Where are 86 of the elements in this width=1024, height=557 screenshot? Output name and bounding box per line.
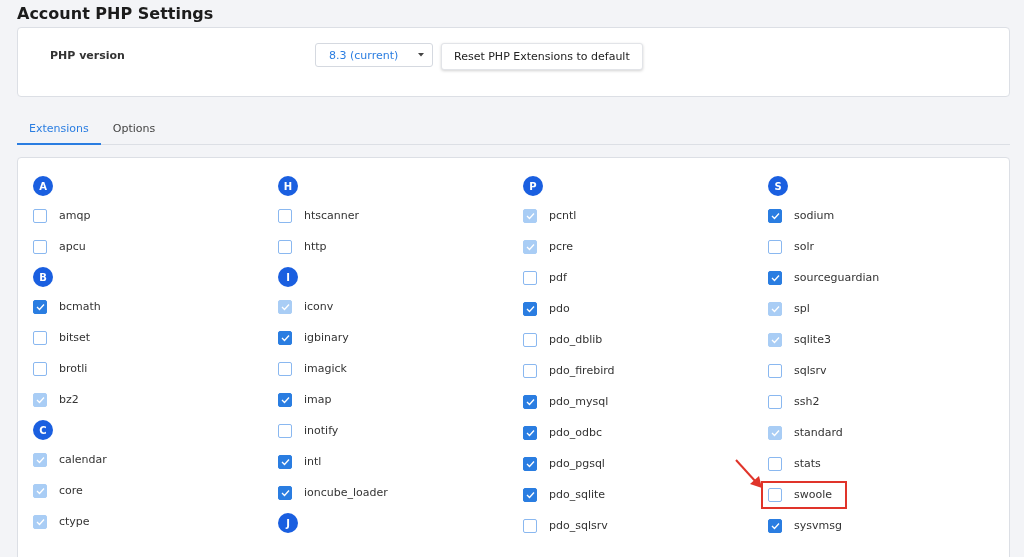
extension-label: pdo xyxy=(549,302,570,315)
extension-label: intl xyxy=(304,455,322,468)
extension-label: solr xyxy=(794,240,815,253)
extension-label: pdo_pgsql xyxy=(549,457,605,470)
checkbox[interactable] xyxy=(768,456,782,471)
checkbox[interactable] xyxy=(523,301,537,316)
extension-label: sodium xyxy=(794,209,835,222)
checkbox[interactable] xyxy=(33,330,47,345)
extension-label: swoole xyxy=(794,488,832,501)
extension-label: pcntl xyxy=(549,209,577,222)
letter-badge: H xyxy=(278,176,298,196)
extension-label: sqlite3 xyxy=(794,333,831,346)
extension-label: pdo_mysql xyxy=(549,395,609,408)
extension-label: sqlsrv xyxy=(794,364,827,377)
checkbox[interactable] xyxy=(523,270,537,285)
letter-badge: A xyxy=(33,176,53,196)
extension-label: sourceguardian xyxy=(794,271,880,284)
php-version-label: PHP version xyxy=(50,48,126,62)
checkbox[interactable] xyxy=(768,487,782,502)
extension-label: bcmath xyxy=(59,300,101,313)
checkbox[interactable] xyxy=(523,456,537,471)
extension-label: core xyxy=(59,484,83,497)
extension-label: sysvmsg xyxy=(794,519,842,532)
extension-label: ioncube_loader xyxy=(304,486,388,499)
reset-button[interactable]: Reset PHP Extensions to default xyxy=(441,43,643,70)
checkbox[interactable] xyxy=(278,485,292,500)
checkbox[interactable] xyxy=(523,518,537,533)
checkbox[interactable] xyxy=(523,487,537,502)
letter-badge: I xyxy=(278,267,298,287)
extension-label: inotify xyxy=(304,424,339,437)
extension-label: ctype xyxy=(59,515,90,528)
extension-label: amqp xyxy=(59,209,91,222)
extension-label: http xyxy=(304,240,327,253)
checkbox[interactable] xyxy=(768,518,782,533)
checkbox[interactable] xyxy=(768,394,782,409)
extension-label: bz2 xyxy=(59,393,79,406)
extension-label: imagick xyxy=(304,362,347,375)
checkbox[interactable] xyxy=(523,425,537,440)
checkbox[interactable] xyxy=(278,454,292,469)
extension-label: calendar xyxy=(59,453,107,466)
extension-label: ssh2 xyxy=(794,395,820,408)
extension-label: htscanner xyxy=(304,209,360,222)
extension-label: bitset xyxy=(59,331,91,344)
extension-label: pdo_dblib xyxy=(549,333,603,346)
tab[interactable]: Extensions xyxy=(17,122,101,145)
checkbox[interactable] xyxy=(278,239,292,254)
checkbox[interactable] xyxy=(278,361,292,376)
extension-label: standard xyxy=(794,426,843,439)
extension-label: pdo_odbc xyxy=(549,426,602,439)
extension-label: pdo_sqlsrv xyxy=(549,519,608,532)
checkbox[interactable] xyxy=(33,208,47,223)
extension-label: igbinary xyxy=(304,331,349,344)
letter-badge: P xyxy=(523,176,543,196)
extension-label: iconv xyxy=(304,300,334,313)
extension-label: imap xyxy=(304,393,332,406)
version-dropdown[interactable]: 8.3 (current) xyxy=(315,43,433,67)
checkbox[interactable] xyxy=(33,239,47,254)
checkbox[interactable] xyxy=(33,299,47,314)
checkbox[interactable] xyxy=(768,270,782,285)
tab[interactable]: Options xyxy=(100,122,168,145)
extension-label: spl xyxy=(794,302,810,315)
checkbox[interactable] xyxy=(768,239,782,254)
caret-icon xyxy=(418,53,424,57)
extension-label: pcre xyxy=(549,240,574,253)
extension-label: pdo_sqlite xyxy=(549,488,606,501)
checkbox[interactable] xyxy=(523,394,537,409)
checkbox[interactable] xyxy=(523,363,537,378)
letter-badge: C xyxy=(33,420,53,440)
checkbox[interactable] xyxy=(278,330,292,345)
extension-label: pdo_firebird xyxy=(549,364,615,377)
checkbox[interactable] xyxy=(278,423,292,438)
checkbox[interactable] xyxy=(768,208,782,223)
extension-label: stats xyxy=(794,457,821,470)
extension-label: apcu xyxy=(59,240,86,253)
letter-badge: S xyxy=(768,176,788,196)
extension-label: brotli xyxy=(59,362,88,375)
checkbox[interactable] xyxy=(278,208,292,223)
annotation-arrow xyxy=(734,457,764,490)
checkbox[interactable] xyxy=(523,332,537,347)
checkbox[interactable] xyxy=(278,392,292,407)
checkbox[interactable] xyxy=(33,361,47,376)
checkbox[interactable] xyxy=(768,363,782,378)
letter-badge: J xyxy=(278,513,298,533)
letter-badge: B xyxy=(33,267,53,287)
page-title: Account PHP Settings xyxy=(17,4,215,24)
extension-label: pdf xyxy=(549,271,567,284)
